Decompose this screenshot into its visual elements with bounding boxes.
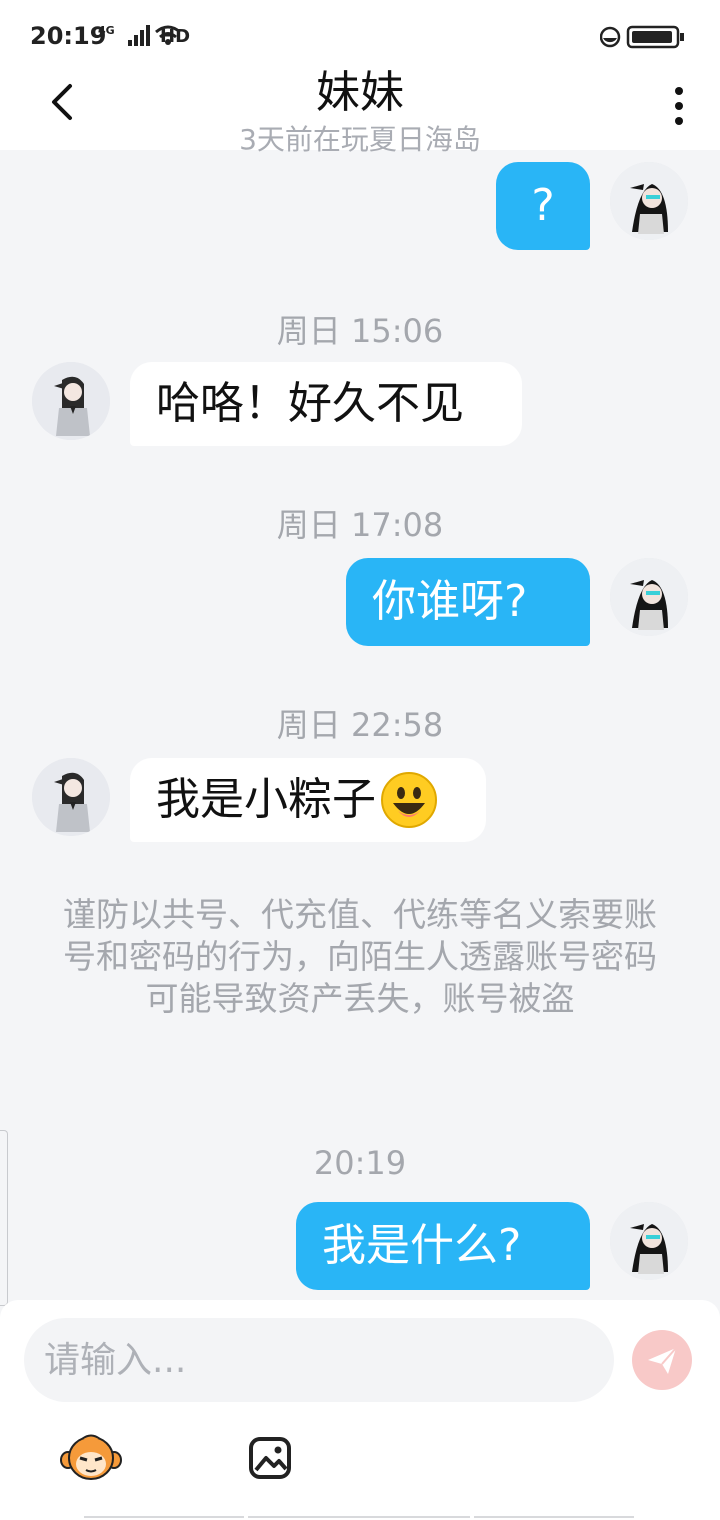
more-options-icon[interactable] <box>674 86 684 126</box>
security-notice: 谨防以共号、代充值、代练等名义索要账号和密码的行为，向陌生人透露账号密码可能导致… <box>63 895 657 1018</box>
battery-icon <box>600 25 684 49</box>
nav-indicator <box>84 1516 244 1518</box>
message-list[interactable]: ? 周日 15:06 哈咯！好久不见 周日 17:08 你谁呀? 周日 22:5… <box>0 150 720 1300</box>
incoming-message[interactable]: 我是小粽子 <box>130 758 486 842</box>
timestamp: 周日 17:08 <box>276 506 444 544</box>
my-avatar[interactable] <box>610 162 688 240</box>
image-picker-icon[interactable] <box>248 1436 292 1480</box>
timestamp: 20:19 <box>313 1144 407 1182</box>
outgoing-message[interactable]: 你谁呀? <box>346 558 590 646</box>
contact-avatar[interactable] <box>32 362 110 440</box>
monkey-emoji-sticker-icon[interactable] <box>60 1430 122 1482</box>
network-type-label: 4G <box>98 24 115 37</box>
chat-header: 妹妹 3天前在玩夏日海岛 <box>0 67 720 156</box>
my-avatar[interactable] <box>610 1202 688 1280</box>
smiley-emoji-icon <box>381 772 437 828</box>
contact-name: 妹妹 <box>316 67 404 118</box>
avatar-girl-dark-icon <box>610 1202 688 1280</box>
outgoing-message[interactable]: 我是什么? <box>296 1202 590 1290</box>
send-paper-plane-icon <box>648 1347 677 1374</box>
contact-avatar[interactable] <box>32 758 110 836</box>
composer-panel <box>0 1300 720 1520</box>
side-handle[interactable] <box>0 1130 8 1306</box>
nav-indicator <box>474 1516 634 1518</box>
timestamp: 周日 22:58 <box>276 706 444 744</box>
avatar-girl-gray-icon <box>32 758 110 836</box>
hd-label: HD <box>160 26 191 47</box>
outgoing-message[interactable]: ? <box>496 162 590 250</box>
send-button[interactable] <box>632 1330 692 1390</box>
status-time: 20:19 <box>30 22 107 50</box>
message-text: 我是小粽子 <box>156 774 376 825</box>
nav-indicator <box>248 1516 470 1518</box>
my-avatar[interactable] <box>610 558 688 636</box>
avatar-girl-dark-icon <box>610 162 688 240</box>
message-input[interactable] <box>24 1318 614 1402</box>
incoming-message[interactable]: 哈咯！好久不见 <box>130 362 522 446</box>
avatar-girl-dark-icon <box>610 558 688 636</box>
timestamp: 周日 15:06 <box>276 312 444 350</box>
avatar-girl-gray-icon <box>32 362 110 440</box>
